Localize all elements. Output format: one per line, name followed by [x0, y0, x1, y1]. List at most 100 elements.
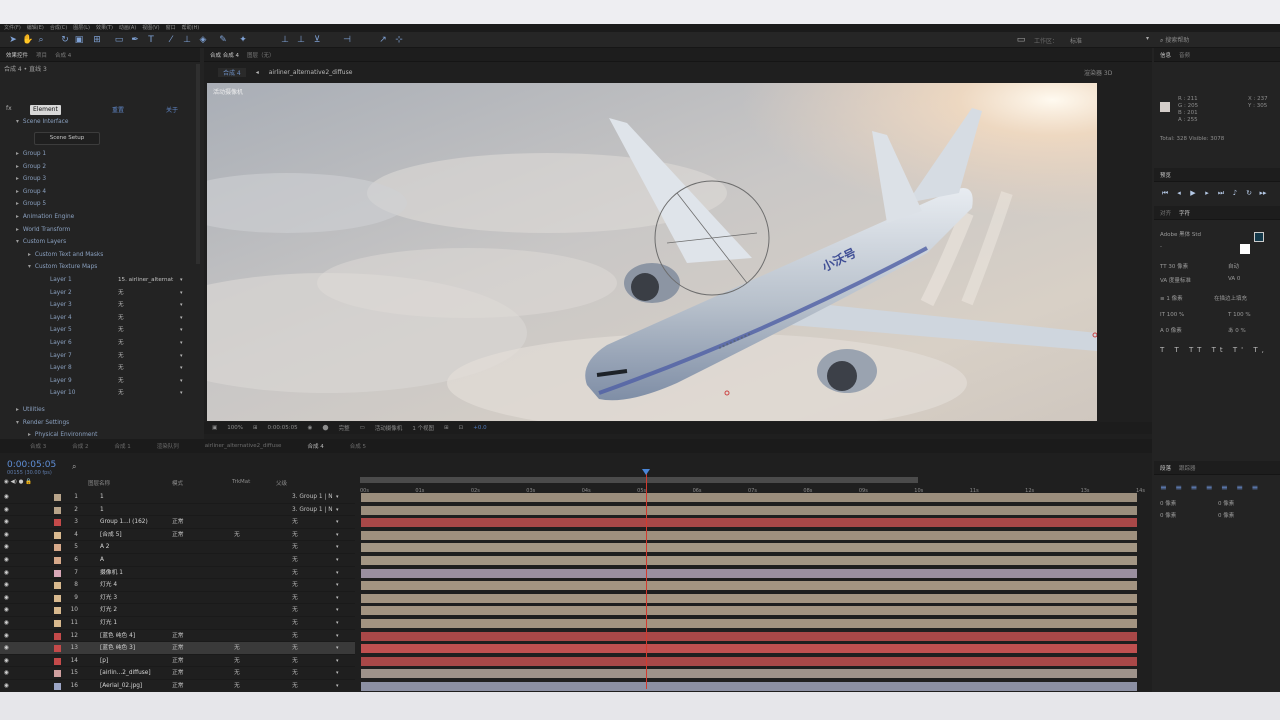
- menu-item[interactable]: 效果(T): [96, 24, 113, 32]
- layer-duration-bar[interactable]: [361, 505, 1137, 515]
- tab-composition[interactable]: 合成 合成 4: [210, 51, 239, 59]
- layer-name[interactable]: 灯光 4: [100, 579, 117, 592]
- effect-tab[interactable]: 合成 4: [55, 51, 71, 59]
- visibility-eye-icon[interactable]: ◉: [4, 567, 9, 580]
- parent-dropdown-icon[interactable]: ▾: [336, 655, 339, 668]
- layer-name[interactable]: 灯光 3: [100, 592, 117, 605]
- texture-layer-select[interactable]: 无: [118, 337, 124, 349]
- world-transform-group[interactable]: ▸ World Transform: [16, 224, 70, 236]
- fx-toggle-icon[interactable]: fx: [6, 105, 12, 112]
- type-tool-icon[interactable]: T: [146, 35, 156, 45]
- layer-row[interactable]: ◉ 15 [airlin...2_diffuse] 正常 无 无 ▾: [0, 667, 355, 680]
- layer-parent-select[interactable]: 无: [292, 617, 298, 630]
- layer-row[interactable]: ◉ 16 [Aerial_02.jpg] 正常 无 无 ▾: [0, 680, 355, 692]
- timeline-tab[interactable]: 合成 3: [30, 442, 46, 450]
- visibility-eye-icon[interactable]: ◉: [4, 529, 9, 542]
- kerning-value[interactable]: 度量标准: [1169, 278, 1191, 284]
- local-axis-icon[interactable]: ⊥: [280, 35, 290, 45]
- composition-viewer[interactable]: 活动摄像机 小沃号: [207, 83, 1097, 421]
- layer-duration-bar[interactable]: [361, 631, 1137, 641]
- space-before-field[interactable]: 0 像素: [1160, 511, 1176, 519]
- layer-trkmat-select[interactable]: 无: [234, 680, 240, 692]
- layer-trkmat-select[interactable]: 无: [234, 667, 240, 680]
- layer-name[interactable]: [p]: [100, 655, 108, 668]
- fill-color-swatch[interactable]: [1254, 232, 1264, 242]
- timeline-tab[interactable]: 合成 1: [115, 442, 131, 450]
- parent-dropdown-icon[interactable]: ▾: [336, 592, 339, 605]
- layer-parent-select[interactable]: 无: [292, 655, 298, 668]
- visibility-eye-icon[interactable]: ◉: [4, 617, 9, 630]
- layer-duration-bar[interactable]: [361, 493, 1137, 502]
- work-area-bar[interactable]: [360, 477, 918, 483]
- about-link[interactable]: 关于: [166, 105, 178, 114]
- stroke-width-value[interactable]: 1 像素: [1166, 296, 1182, 302]
- font-style-select[interactable]: -: [1160, 244, 1162, 250]
- leading-value[interactable]: 自动: [1228, 264, 1239, 270]
- roi-icon[interactable]: ▭: [360, 425, 365, 431]
- pan-behind-tool-icon[interactable]: ⊞: [92, 35, 102, 45]
- animation-engine-group[interactable]: ▸ Animation Engine: [16, 211, 74, 223]
- grid-icon[interactable]: ⊞: [253, 425, 258, 431]
- layer-name[interactable]: [Aerial_02.jpg]: [100, 680, 142, 692]
- expand-closed-icon[interactable]: ▸: [16, 176, 19, 182]
- layer-duration-bar[interactable]: [361, 530, 1137, 540]
- workspace-dropdown-icon[interactable]: ▾: [1146, 35, 1149, 42]
- visibility-eye-icon[interactable]: ◉: [4, 579, 9, 592]
- play-icon[interactable]: ▶: [1188, 188, 1198, 198]
- layer-parent-select[interactable]: 无: [292, 680, 298, 692]
- visibility-eye-icon[interactable]: ◉: [4, 554, 9, 567]
- indent-right-field[interactable]: 0 像素: [1218, 499, 1234, 507]
- layer-name[interactable]: [蓝色 纯色 3]: [100, 642, 135, 655]
- snapping-icon[interactable]: ⊣: [342, 35, 352, 45]
- tab-character[interactable]: 字符: [1179, 209, 1190, 217]
- breadcrumb-comp[interactable]: 合成 4: [218, 67, 246, 77]
- expand-closed-icon[interactable]: ▸: [16, 201, 19, 207]
- prev-frame-icon[interactable]: ◂: [1174, 188, 1184, 198]
- camera-tool-icon[interactable]: ▣: [74, 35, 84, 45]
- workspace-icon[interactable]: ▭: [1016, 35, 1026, 45]
- visibility-eye-icon[interactable]: ◉: [4, 655, 9, 668]
- resolution-select[interactable]: 完整: [339, 424, 350, 432]
- brush-tool-icon[interactable]: ⁄: [166, 35, 176, 45]
- parent-dropdown-icon[interactable]: ▾: [336, 554, 339, 567]
- tsume-value[interactable]: 0 %: [1235, 328, 1245, 334]
- channel-icon[interactable]: ⬤: [322, 425, 328, 431]
- parent-dropdown-icon[interactable]: ▾: [336, 604, 339, 617]
- faux-style-buttons[interactable]: T T TT Tt T' T,: [1160, 346, 1268, 354]
- region-icon[interactable]: ▣: [212, 425, 217, 431]
- zoom-tool-icon[interactable]: ⌕: [36, 35, 46, 45]
- layer-parent-select[interactable]: 无: [292, 516, 298, 529]
- dropdown-caret-icon[interactable]: ▾: [180, 299, 183, 311]
- expand-closed-icon[interactable]: ▸: [16, 164, 19, 170]
- menu-item[interactable]: 合成(C): [50, 24, 67, 32]
- texture-layer-select[interactable]: 无: [118, 312, 124, 324]
- menu-item[interactable]: 窗口: [166, 24, 176, 32]
- scene-setup-button[interactable]: Scene Setup: [34, 132, 100, 145]
- texture-layer-select[interactable]: 无: [118, 287, 124, 299]
- visibility-eye-icon[interactable]: ◉: [4, 667, 9, 680]
- next-frame-icon[interactable]: ▸: [1202, 188, 1212, 198]
- exposure-value[interactable]: +0.0: [473, 425, 486, 431]
- layer-row[interactable]: ◉ 3 Group 1...l (162) 正常 无 ▾: [0, 516, 355, 529]
- expand-closed-icon[interactable]: ▸: [16, 227, 19, 233]
- tab-align[interactable]: 对齐: [1160, 209, 1171, 217]
- custom-layers-group[interactable]: ▾ Custom Layers: [16, 236, 66, 248]
- menu-item[interactable]: 文件(F): [4, 24, 21, 32]
- parent-dropdown-icon[interactable]: ▾: [336, 579, 339, 592]
- dropdown-caret-icon[interactable]: ▾: [180, 375, 183, 387]
- expand-closed-icon[interactable]: ▸: [16, 407, 19, 413]
- parent-dropdown-icon[interactable]: ▾: [336, 680, 339, 692]
- layer-duration-bar[interactable]: [361, 656, 1137, 666]
- world-axis-icon[interactable]: ⊥: [296, 35, 306, 45]
- timeline-current-time[interactable]: 0:00:05:05: [7, 460, 56, 470]
- layer-trkmat-select[interactable]: 无: [234, 529, 240, 542]
- layer-search-icon[interactable]: ⌕: [72, 462, 76, 472]
- visibility-eye-icon[interactable]: ◉: [4, 604, 9, 617]
- breadcrumb-layer[interactable]: airliner_alternative2_diffuse: [269, 69, 353, 76]
- expand-open-icon[interactable]: ▾: [28, 264, 31, 270]
- search-help[interactable]: ⌕ 搜索帮助: [1160, 35, 1270, 45]
- custom-text-masks-group[interactable]: ▸ Custom Text and Masks: [28, 249, 103, 261]
- expand-closed-icon[interactable]: ▸: [16, 189, 19, 195]
- layer-row[interactable]: ◉ 10 灯光 2 无 ▾: [0, 604, 355, 617]
- menu-item[interactable]: 视图(V): [142, 24, 159, 32]
